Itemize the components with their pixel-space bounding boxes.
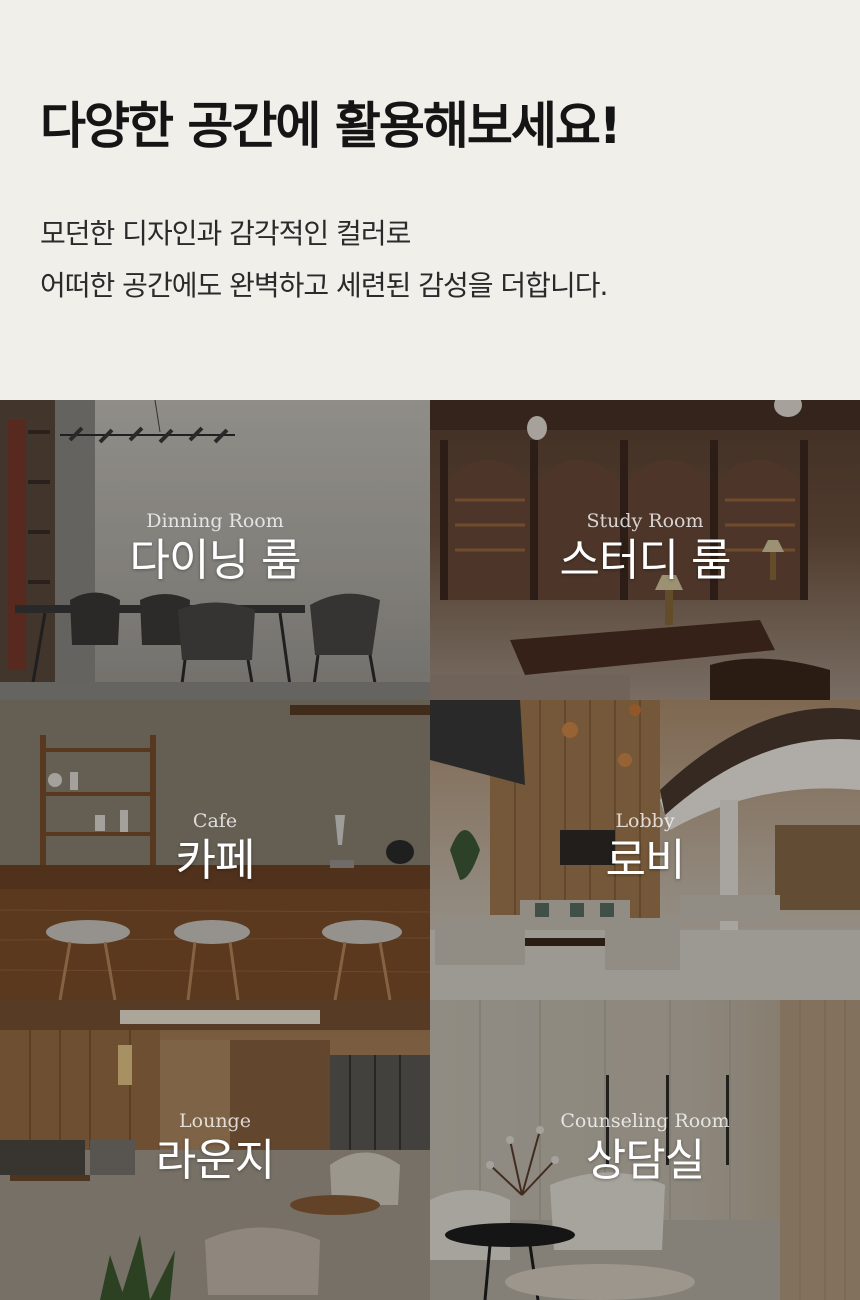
tile-lobby: Lobby 로비 bbox=[430, 700, 860, 1000]
tile-english-name: Lobby bbox=[615, 810, 675, 832]
tile-label: Study Room 스터디 룸 bbox=[430, 508, 860, 588]
tile-english-name: Study Room bbox=[586, 510, 704, 532]
tile-korean-name: 스터디 룸 bbox=[559, 535, 732, 586]
tile-english-name: Counseling Room bbox=[560, 1110, 730, 1132]
page-title: 다양한 공간에 활용해보세요! bbox=[40, 97, 622, 155]
tile-korean-name: 로비 bbox=[605, 835, 686, 886]
tile-counseling-room: Counseling Room 상담실 bbox=[430, 1000, 860, 1300]
space-gallery: Dinning Room 다이닝 룸 Study Room 스터디 룸 Cafe… bbox=[0, 400, 860, 1300]
tile-english-name: Cafe bbox=[192, 810, 238, 832]
tile-cafe: Cafe 카페 bbox=[0, 700, 430, 1000]
intro-description: 모던한 디자인과 감각적인 컬러로 어떠한 공간에도 완벽하고 세련된 감성을 … bbox=[40, 208, 608, 312]
tile-label: Lounge 라운지 bbox=[0, 1108, 430, 1188]
tile-korean-name: 카페 bbox=[175, 835, 256, 886]
tile-lounge: Lounge 라운지 bbox=[0, 1000, 430, 1300]
tile-english-name: Dinning Room bbox=[146, 510, 284, 532]
tile-korean-name: 다이닝 룸 bbox=[129, 535, 302, 586]
intro-line-2: 어떠한 공간에도 완벽하고 세련된 감성을 더합니다. bbox=[40, 269, 608, 302]
tile-dining-room: Dinning Room 다이닝 룸 bbox=[0, 400, 430, 700]
tile-label: Lobby 로비 bbox=[430, 808, 860, 888]
tile-english-name: Lounge bbox=[179, 1110, 251, 1132]
intro-line-1: 모던한 디자인과 감각적인 컬러로 bbox=[40, 217, 411, 250]
tile-study-room: Study Room 스터디 룸 bbox=[430, 400, 860, 700]
tile-korean-name: 상담실 bbox=[585, 1135, 705, 1186]
tile-label: Dinning Room 다이닝 룸 bbox=[0, 508, 430, 588]
tile-korean-name: 라운지 bbox=[155, 1135, 275, 1186]
intro-section: 다양한 공간에 활용해보세요! 모던한 디자인과 감각적인 컬러로 어떠한 공간… bbox=[0, 0, 860, 400]
tile-label: Counseling Room 상담실 bbox=[430, 1108, 860, 1188]
tile-label: Cafe 카페 bbox=[0, 808, 430, 888]
